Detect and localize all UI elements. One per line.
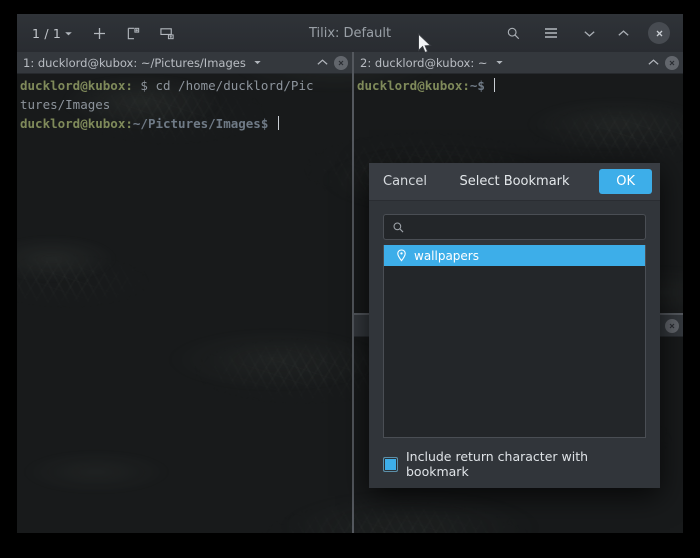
prompt-sigil: $ [132,78,156,93]
bookmark-search-field[interactable] [383,214,646,240]
bookmark-label: wallpapers [414,248,479,263]
chevron-down-icon[interactable] [253,58,262,67]
prompt-user-host-2: ducklord@kubox: [20,116,133,131]
list-item[interactable]: wallpapers [384,245,645,266]
terminal-command-wrap: tures/Images [20,97,111,112]
chevron-down-icon[interactable] [495,58,504,67]
chevron-down-icon [63,28,74,39]
search-button[interactable] [499,19,527,47]
pane-2-close-button[interactable] [665,55,679,70]
bookmark-list[interactable]: wallpapers [383,245,646,438]
pane-1-body[interactable]: ducklord@kubox: $ cd /home/ducklord/Pic … [17,74,352,533]
collapse-button[interactable] [575,19,603,47]
prompt-sigil-2: $ [260,116,276,131]
include-return-character-label: Include return character with bookmark [406,449,589,479]
pane-2-title-label: 2: ducklord@kubox: ~ [360,55,488,70]
dialog-body: wallpapers Include return character with… [369,201,660,491]
split-down-button[interactable] [153,19,181,47]
close-icon [648,22,670,44]
split-right-button[interactable] [119,19,147,47]
ok-button[interactable]: OK [599,169,652,194]
pane-1-title-label: 1: ducklord@kubox: ~/Pictures/Images [23,55,246,70]
session-count-label: 1 / 1 [32,25,62,41]
include-return-character-checkbox[interactable] [383,456,398,472]
terminal-command: cd /home/ducklord/Pic [155,78,314,93]
screen: Tilix: Default 1 / 1 1: ducklord@kubox: … [0,0,700,558]
menu-button[interactable] [537,19,565,47]
headerbar-left-controls: 1 / 1 [27,14,181,52]
expand-button[interactable] [609,19,637,47]
pane-1-close-button[interactable] [334,55,348,70]
terminal-pane-1[interactable]: 1: ducklord@kubox: ~/Pictures/Images duc… [17,52,352,533]
dialog-headerbar: Cancel Select Bookmark OK [369,163,660,201]
search-input[interactable] [411,219,637,235]
select-bookmark-dialog: Cancel Select Bookmark OK wallpapers Inc… [369,163,660,488]
add-terminal-right-icon [126,26,141,41]
include-return-character-row[interactable]: Include return character with bookmark [383,449,646,479]
chevron-down-icon [582,28,597,39]
session-selector-button[interactable]: 1 / 1 [27,19,79,47]
terminal-cursor [277,116,279,130]
cancel-button[interactable]: Cancel [377,170,433,193]
prompt-path-2: ~/Pictures/Images [132,116,261,131]
prompt-sigil: $ [477,78,493,93]
new-session-button[interactable] [85,19,113,47]
hamburger-menu-icon [543,26,559,40]
search-icon [506,26,521,41]
pane-2-maximize-button[interactable] [647,58,660,67]
location-pin-icon [396,249,407,262]
search-icon [392,221,405,234]
pane-1-terminal-output: ducklord@kubox: $ cd /home/ducklord/Pic … [20,76,350,133]
headerbar-right-controls [499,14,675,52]
plus-icon [92,26,107,41]
pane-3-close-button[interactable] [665,318,679,333]
pane-2-terminal-output: ducklord@kubox:~$ [357,76,681,95]
terminal-cursor [494,78,496,92]
window-close-button[interactable] [643,19,675,47]
prompt-user-host: ducklord@kubox: [357,78,470,93]
prompt-user-host: ducklord@kubox: [20,78,133,93]
tilix-window: Tilix: Default 1 / 1 1: ducklord@kubox: … [17,14,683,533]
pane-2-titlebar[interactable]: 2: ducklord@kubox: ~ [354,52,683,74]
pane-1-maximize-button[interactable] [316,58,329,67]
add-terminal-down-icon [159,26,176,41]
chevron-up-icon [616,28,631,39]
pane-1-titlebar[interactable]: 1: ducklord@kubox: ~/Pictures/Images [17,52,352,74]
window-headerbar: Tilix: Default 1 / 1 [17,14,683,53]
terminal-area: 1: ducklord@kubox: ~/Pictures/Images duc… [17,52,683,533]
